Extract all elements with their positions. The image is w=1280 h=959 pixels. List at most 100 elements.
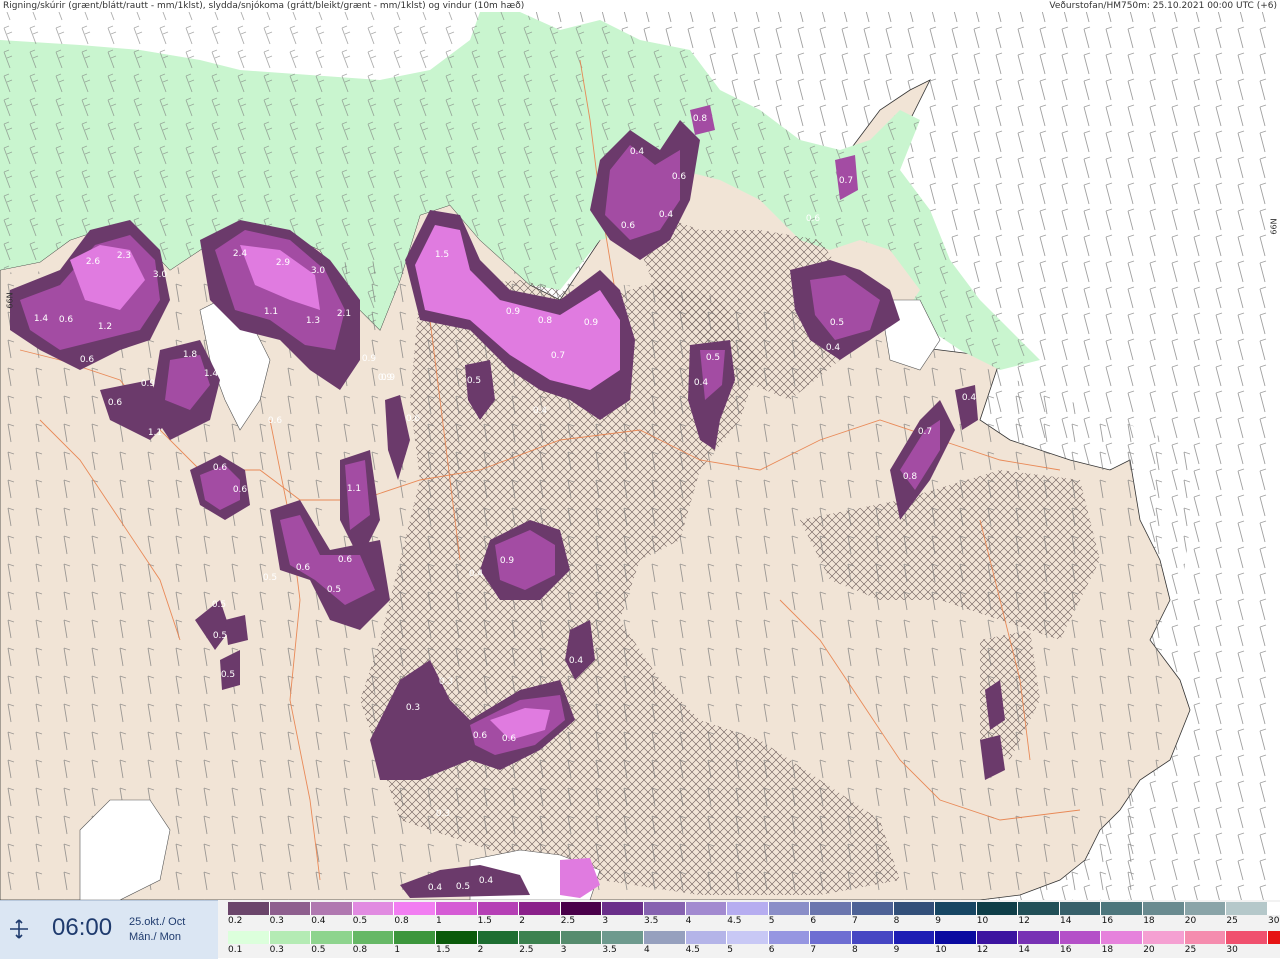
legend-swatch: [1143, 931, 1185, 944]
precip-label: 2.4: [233, 249, 248, 259]
legend-label: 16: [1060, 945, 1072, 955]
legend-swatch: [228, 931, 270, 944]
map-source-timestamp: Veðurstofan/HM750m: 25.10.2021 00:00 UTC…: [1049, 1, 1277, 11]
legend-swatch: [269, 931, 312, 944]
legend-swatch: [560, 931, 603, 944]
snow-color-scale: [228, 902, 1280, 915]
legend-swatch: [1059, 902, 1102, 915]
legend-label: 0.3: [269, 916, 284, 926]
precip-label: 0.6: [213, 463, 228, 473]
precip-label: 0.5: [221, 670, 235, 680]
snow-rain-icon: [10, 919, 28, 939]
rain-color-scale: [228, 931, 1280, 944]
precip-label: 1.3: [306, 316, 320, 326]
legend-swatch: [1267, 931, 1280, 944]
legend-label: 6: [768, 945, 775, 955]
legend-swatch: [560, 902, 603, 915]
legend-swatch: [851, 902, 894, 915]
legend-swatch: [352, 931, 395, 944]
precip-label: 1.5: [435, 250, 449, 260]
precip-label: 0.5: [327, 585, 341, 595]
legend-swatch: [1184, 902, 1227, 915]
legend-label: 18: [1143, 916, 1155, 926]
precip-label: 0.9: [506, 307, 521, 317]
precip-label: 1.1: [347, 484, 361, 494]
precip-label: 2.3: [117, 251, 131, 261]
legend-swatch: [643, 931, 686, 944]
precip-label: 0.3: [439, 677, 453, 687]
precip-label: 0.6: [108, 398, 123, 408]
legend-label: 3: [560, 945, 567, 955]
precip-label: 0.9: [141, 379, 156, 389]
forecast-time: 06:00: [52, 914, 113, 941]
legend-swatch: [1226, 902, 1268, 915]
legend-label: 8: [893, 916, 900, 926]
legend-swatch: [1184, 931, 1227, 944]
precip-label: 0.6: [80, 355, 95, 365]
legend-label: 2: [477, 945, 484, 955]
legend-label: 30: [1268, 916, 1280, 926]
precip-label: 0.4: [479, 876, 494, 886]
legend-label: 1.5: [436, 945, 451, 955]
legend-label: 20: [1143, 945, 1155, 955]
snow-scale-labels: 0.2 0.3 0.4 0.5 0.8 1 1.5 2 2.5 3 3.5 4 4.5 5 6 7 8 9 10 12…: [228, 916, 1279, 927]
precip-label: 0.5: [263, 573, 277, 583]
precip-label: 0.6: [59, 315, 74, 325]
legend-swatch: [311, 931, 353, 944]
precip-label: 0.4: [630, 147, 645, 157]
precip-label: 0.5: [213, 631, 227, 641]
legend-swatch: [976, 902, 1019, 915]
legend-label: 0.4: [311, 916, 326, 926]
forecast-date: 25.okt./ Oct: [129, 916, 186, 928]
legend-swatch: [643, 902, 686, 915]
legend-label: 14: [1060, 916, 1072, 926]
legend-swatch: [810, 902, 852, 915]
legend-label: 12: [976, 945, 989, 955]
legend-label: 4.5: [685, 945, 700, 955]
legend-swatch: [768, 902, 811, 915]
legend-label: 18: [1101, 945, 1114, 955]
precip-label: 0.6: [406, 414, 421, 424]
precip-label: 0.9: [362, 354, 377, 364]
color-legend: 0.2 0.3 0.4 0.5 0.8 1 1.5 2 2.5 3 3.5 4 4.5 5 6 7 8 9 10 12…: [218, 900, 1280, 958]
legend-label: 6: [810, 916, 817, 926]
legend-swatch: [727, 902, 769, 915]
precip-label: 0.6: [233, 485, 248, 495]
legend-label: 1.5: [477, 916, 492, 926]
legend-swatch: [1018, 931, 1060, 944]
legend-label: 0.5: [311, 945, 326, 955]
legend-swatch: [976, 931, 1019, 944]
legend-swatch: [1101, 931, 1144, 944]
legend-label: 9: [935, 916, 941, 926]
legend-swatch: [394, 931, 436, 944]
legend-swatch: [1101, 902, 1144, 915]
legend-label: 4: [685, 916, 692, 926]
legend-label: 0.5: [352, 916, 368, 926]
legend-swatch: [1267, 902, 1280, 915]
precip-label: 0.9: [381, 373, 396, 383]
legend-swatch: [851, 931, 894, 944]
legend-label: 3: [602, 916, 609, 926]
legend-swatch: [435, 931, 478, 944]
precip-label: 0.7: [839, 176, 853, 186]
precip-label: 0.8: [538, 316, 553, 326]
legend-label: 4.5: [727, 916, 742, 926]
precip-label: 0.5: [830, 318, 844, 328]
legend-label: 5: [768, 916, 775, 926]
map-title: Rigning/skúrir (grænt/blátt/rautt - mm/1…: [3, 1, 525, 11]
legend-label: 0.2: [228, 916, 243, 926]
legend-label: 0.1: [228, 945, 243, 955]
legend-label: 16: [1101, 916, 1114, 926]
legend-label: 2.5: [519, 945, 534, 955]
precip-label: 0.4: [469, 569, 484, 579]
legend-label: 1: [394, 945, 401, 955]
legend-swatch: [519, 902, 561, 915]
precip-label: 1.1: [148, 428, 162, 438]
legend-label: 3.5: [644, 916, 659, 926]
legend-swatch: [269, 902, 312, 915]
weather-map: 2.6 2.3 3.0 2.4 2.9 3.0 1.4 0.6 1.2 0.6 …: [0, 12, 1280, 901]
legend-label: 5: [727, 945, 733, 955]
precip-label: 3.0: [311, 266, 326, 276]
legend-label: 12: [1018, 916, 1030, 926]
precip-label: 0.4: [659, 210, 674, 220]
